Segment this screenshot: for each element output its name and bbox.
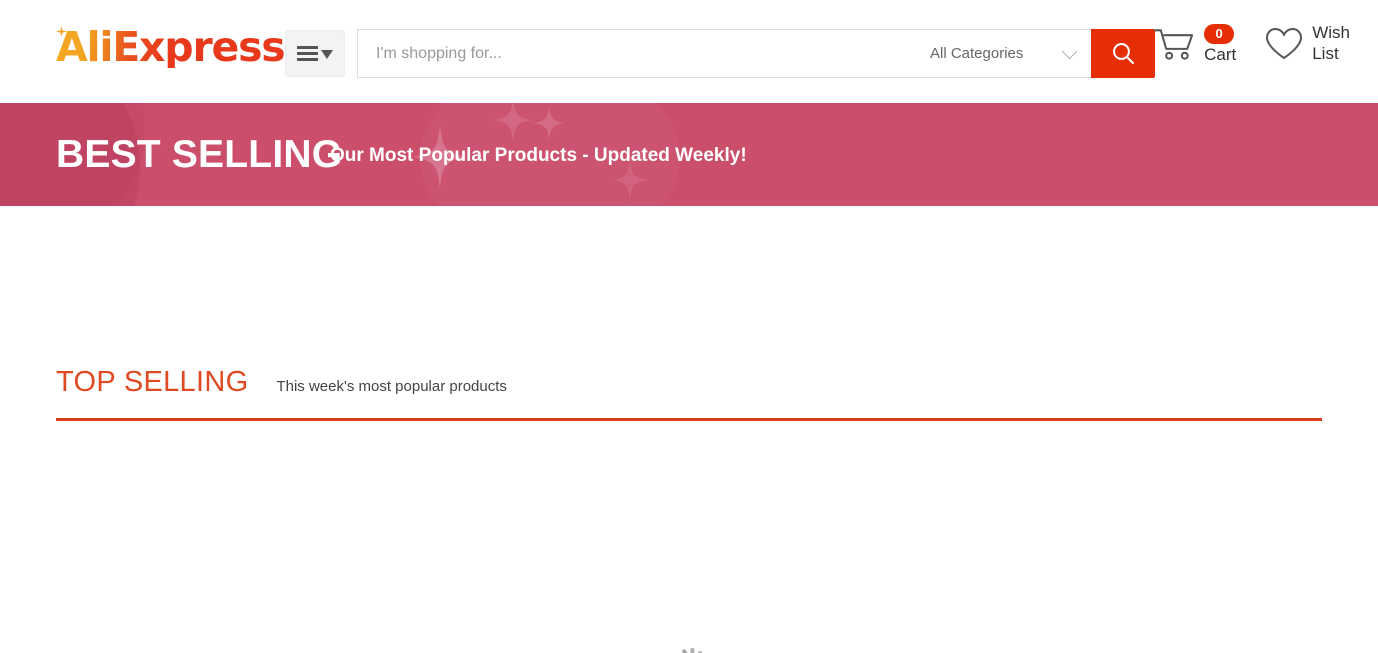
wishlist-label-line2: List [1312,43,1339,63]
aliexpress-logo[interactable]: AliExpress ™ [56,27,296,75]
wishlist-button[interactable]: Wish List [1264,23,1350,64]
shopping-cart-icon [1154,29,1194,60]
banner-subtitle: Our Most Popular Products - Updated Week… [330,145,747,166]
search-button[interactable] [1091,29,1155,78]
main-content: TOP SELLING This week's most popular pro… [0,206,1378,653]
heart-icon [1266,27,1303,59]
search-bar: All Categories [357,29,1155,78]
logo-sparkle-icon [56,26,67,37]
search-icon [1112,43,1134,65]
section-title: TOP SELLING [56,366,249,398]
wishlist-label-line1: Wish [1312,23,1350,42]
category-select-label: All Categories [930,45,1024,62]
categories-menu-button[interactable] [285,30,345,77]
section-divider [56,418,1322,421]
cart-meta: 0 Cart [1204,23,1237,64]
wishlist-label: Wish List [1312,23,1350,64]
search-input[interactable] [358,30,916,77]
top-selling-header: TOP SELLING This week's most popular pro… [56,366,507,399]
cart-count-badge: 0 [1204,23,1235,44]
cart-label: Cart [1204,44,1237,64]
cart-button[interactable]: 0 Cart [1153,23,1237,64]
banner-content: BEST SELLING Our Most Popular Products -… [0,103,1378,206]
chevron-down-icon [1061,43,1078,59]
banner-title: BEST SELLING [56,133,343,176]
chevron-down-icon [321,49,333,59]
hamburger-icon [297,46,318,61]
header-actions: 0 Cart Wish List [1153,23,1378,64]
product-grid-loading [0,644,1378,653]
logo-wordmark: AliExpress [56,23,286,71]
section-subtitle: This week's most popular products [276,378,507,395]
search-input-container[interactable] [357,29,916,78]
category-select[interactable]: All Categories [916,29,1091,78]
loading-spinner-icon [667,644,711,653]
best-selling-banner: BEST SELLING Our Most Popular Products -… [0,103,1378,206]
site-header: AliExpress ™ All Categories [0,0,1378,103]
cart-icon-wrapper [1153,26,1196,62]
